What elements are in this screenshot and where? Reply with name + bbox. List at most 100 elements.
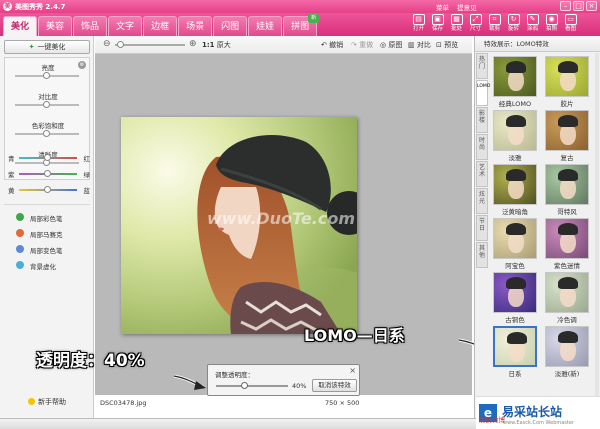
one-click-beautify-button[interactable]: ✦ 一键美化 (4, 40, 90, 54)
toolbar-resize-button[interactable]: ⤢ 尺寸 (466, 14, 485, 36)
share-weibo-link[interactable]: 发到微博 (479, 414, 505, 424)
actual-size-button[interactable]: 1:1 原大 (202, 40, 231, 50)
toolbar-camera-button[interactable]: ◉ 拍照 (542, 14, 561, 36)
transparency-slider-knob[interactable] (240, 382, 248, 389)
tab-7[interactable]: 娃娃 (248, 16, 283, 36)
toolbar-viewer-button[interactable]: ▭ 看图 (561, 14, 580, 36)
adjust-slider-knob[interactable] (43, 101, 50, 108)
effect-category-tab[interactable]: 炫光 (476, 188, 488, 214)
effect-thumbnail[interactable]: 经典LOMO (493, 56, 537, 108)
toolbar-rotate-button[interactable]: ↻ 旋转 (504, 14, 523, 36)
effect-category-tab[interactable]: 影楼 (476, 107, 488, 133)
brush-tool-2[interactable]: 局部变色笔 (16, 244, 90, 255)
effect-category-tab[interactable]: 其他 (476, 242, 488, 268)
undo-label: 撤销 (329, 41, 344, 49)
app-title: 美图秀秀 2.4.7 (15, 3, 66, 11)
effect-thumbnail[interactable]: 阿宝色 (493, 218, 537, 270)
tab-8[interactable]: 拼图新 (283, 14, 320, 36)
adjust-slider-knob[interactable] (43, 72, 50, 79)
preview-hat (506, 61, 526, 73)
minimize-button[interactable]: – (560, 1, 571, 11)
site-url: www.Easck.Com Webmaster (503, 420, 575, 426)
tab-5[interactable]: 场景 (178, 16, 213, 36)
effect-preview (545, 110, 589, 151)
preview-hat (558, 61, 578, 73)
adjust-label: 亮度 (41, 64, 55, 72)
effect-category-tab[interactable]: 节日 (476, 215, 488, 241)
tab-3[interactable]: 文字 (108, 16, 143, 36)
zoom-out-icon[interactable]: ⊖ (103, 39, 111, 49)
toolbar-save-button[interactable]: ▣ 保存 (428, 14, 447, 36)
toolbar-batch-button[interactable]: ▦ 批处 (447, 14, 466, 36)
close-button[interactable]: × (586, 1, 597, 11)
adjust-slider[interactable] (15, 72, 79, 79)
toolbar-doodle-button[interactable]: ✎ 涂鸦 (523, 14, 542, 36)
annotation-transparency: 透明度：40% (36, 351, 145, 371)
brush-icon (16, 245, 24, 253)
tab-label: 美化 (11, 22, 30, 32)
adjust-slider-knob[interactable] (43, 130, 50, 137)
app-logo-icon: 美 (3, 2, 12, 11)
magic-wand-icon: ✦ (28, 43, 35, 51)
toolbar-label: 涂鸦 (526, 26, 538, 32)
brush-tool-0[interactable]: 局部彩色笔 (16, 212, 90, 223)
tab-4[interactable]: 边框 (143, 16, 178, 36)
effect-thumbnail[interactable]: 胶片 (545, 56, 589, 108)
color-balance-knob[interactable] (44, 186, 51, 193)
effect-label: 淡雅(新) (554, 370, 580, 378)
tab-0[interactable]: 美化 (3, 16, 38, 36)
effect-thumbnail[interactable]: 淡雅 (493, 110, 537, 162)
effect-thumbnail[interactable]: 哥特风 (545, 164, 589, 216)
toolbar-label: 保存 (431, 26, 443, 32)
original-button[interactable]: ◎ 原图 (380, 40, 402, 50)
brush-tool-3[interactable]: 背景虚化 (16, 260, 90, 271)
file-name: DSC03478.jpg (100, 399, 147, 407)
effect-thumbnail[interactable]: 古铜色 (493, 272, 537, 324)
effect-thumbnail[interactable]: 复古 (545, 110, 589, 162)
adjust-slider[interactable] (15, 130, 79, 137)
preview-button[interactable]: ⊡ 预览 (436, 40, 458, 50)
effect-category-tab[interactable]: 热门 (476, 53, 488, 79)
help-link[interactable]: 新手帮助 (28, 397, 66, 407)
menu-link[interactable]: 菜单 (436, 4, 449, 12)
preview-hat (506, 115, 526, 127)
transparency-slider[interactable] (216, 382, 288, 389)
zoom-slider[interactable] (115, 41, 185, 48)
redo-label: 重做 (359, 41, 374, 49)
color-balance-knob[interactable] (44, 170, 51, 177)
effect-thumbnail[interactable]: 淡雅(新) (545, 326, 589, 378)
original-label: 原图 (388, 41, 403, 49)
effect-category-tab[interactable]: 时尚 (476, 134, 488, 160)
redo-button[interactable]: ↷ 重做 (351, 40, 373, 50)
tab-1[interactable]: 美容 (38, 16, 73, 36)
effect-preview (493, 56, 537, 97)
undo-button[interactable]: ↶ 撤销 (321, 40, 343, 50)
edited-photo[interactable]: www.DuoTe.com (121, 117, 357, 334)
tab-6[interactable]: 闪图 (213, 16, 248, 36)
toolbar-folder-button[interactable]: ▤ 打开 (409, 14, 428, 36)
preview-hat (506, 169, 526, 181)
effect-thumbnail[interactable]: 泛黄暗角 (493, 164, 537, 216)
effect-category-tab[interactable]: 艺术 (476, 161, 488, 187)
compare-label: 对比 (416, 41, 431, 49)
preview-hat (558, 115, 578, 127)
effect-thumbnail[interactable]: 紫色迷情 (545, 218, 589, 270)
close-transparency-icon[interactable]: × (349, 366, 356, 375)
cancel-effect-button[interactable]: 取消该特效 (312, 379, 357, 392)
site-watermark: e 易采站长站 www.Easck.Com Webmaster (476, 396, 600, 429)
adjust-slider[interactable] (15, 101, 79, 108)
zoom-slider-knob[interactable] (117, 41, 124, 48)
zoom-in-icon[interactable]: ⊕ (189, 39, 197, 49)
color-balance-knob[interactable] (44, 154, 51, 161)
effect-category-tab[interactable]: LOMO (476, 80, 490, 106)
feedback-link[interactable]: 提意见 (457, 4, 477, 12)
effect-thumbnail[interactable]: 冷色调 (545, 272, 589, 324)
effects-scrollbar[interactable] (595, 53, 599, 413)
effect-thumbnail[interactable]: 日系 (493, 326, 537, 378)
toolbar-crop-button[interactable]: ⌗ 裁剪 (485, 14, 504, 36)
maximize-button[interactable]: □ (573, 1, 584, 11)
tab-2[interactable]: 饰品 (73, 16, 108, 36)
brush-tool-1[interactable]: 局部马赛克 (16, 228, 90, 239)
brush-label: 局部马赛克 (30, 231, 63, 239)
compare-button[interactable]: ▥ 对比 (408, 40, 431, 50)
